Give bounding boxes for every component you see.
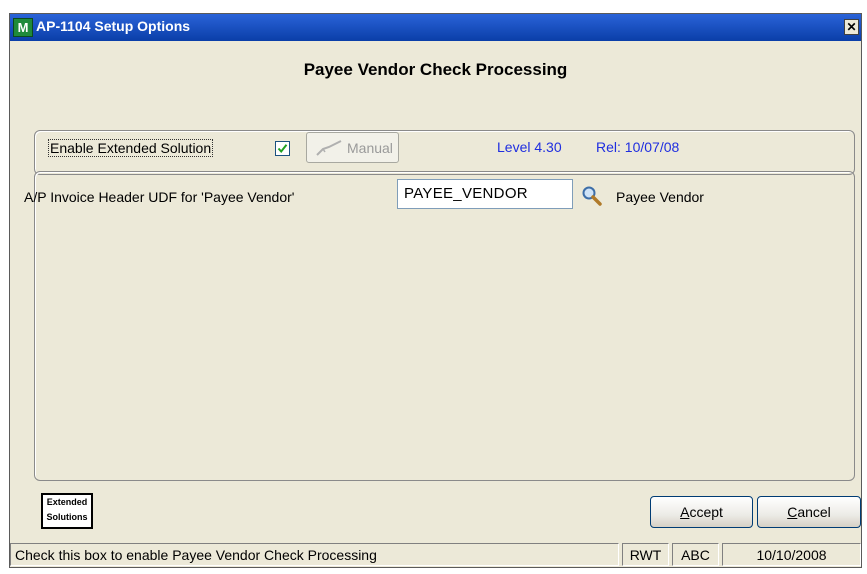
cancel-button[interactable]: Cancel — [757, 496, 861, 528]
logo-line-1: Extended — [46, 497, 88, 507]
lookup-button[interactable] — [581, 185, 603, 207]
app-icon: M — [13, 18, 33, 37]
title-bar[interactable]: M AP-1104 Setup Options ✕ — [10, 14, 861, 41]
settings-panel — [34, 171, 855, 481]
status-date: 10/10/2008 — [722, 543, 861, 566]
status-mode: RWT — [622, 543, 669, 566]
status-company: ABC — [672, 543, 719, 566]
accept-label: ccept — [689, 504, 723, 520]
magnifier-icon — [582, 186, 602, 206]
udf-description: Payee Vendor — [616, 189, 704, 205]
pen-icon — [316, 140, 342, 156]
close-icon: ✕ — [846, 20, 857, 34]
accept-button[interactable]: Accept — [650, 496, 753, 528]
payee-vendor-udf-input[interactable]: PAYEE_VENDOR — [397, 179, 573, 209]
udf-field-label: A/P Invoice Header UDF for 'Payee Vendor… — [24, 189, 295, 205]
enable-extended-solution-label[interactable]: Enable Extended Solution — [48, 139, 214, 157]
release-text: Rel: 10/07/08 — [596, 139, 680, 155]
manual-button[interactable]: Manual — [306, 132, 399, 163]
checkmark-icon — [277, 144, 288, 154]
page-title: Payee Vendor Check Processing — [303, 60, 568, 79]
extended-solutions-logo: Extended Solutions — [41, 493, 93, 529]
status-bar: Check this box to enable Payee Vendor Ch… — [10, 541, 861, 567]
level-text: Level 4.30 — [497, 139, 562, 155]
enable-extended-solution-checkbox[interactable] — [275, 141, 290, 156]
cancel-label: ancel — [797, 504, 831, 520]
cancel-mnemonic: C — [787, 504, 798, 520]
logo-line-2: Solutions — [46, 512, 88, 522]
setup-options-window: M AP-1104 Setup Options ✕ Payee Vendor C… — [9, 13, 862, 568]
window-title: AP-1104 Setup Options — [36, 18, 191, 34]
manual-button-label: Manual — [347, 140, 393, 156]
close-button[interactable]: ✕ — [844, 19, 859, 35]
status-message: Check this box to enable Payee Vendor Ch… — [10, 543, 619, 566]
